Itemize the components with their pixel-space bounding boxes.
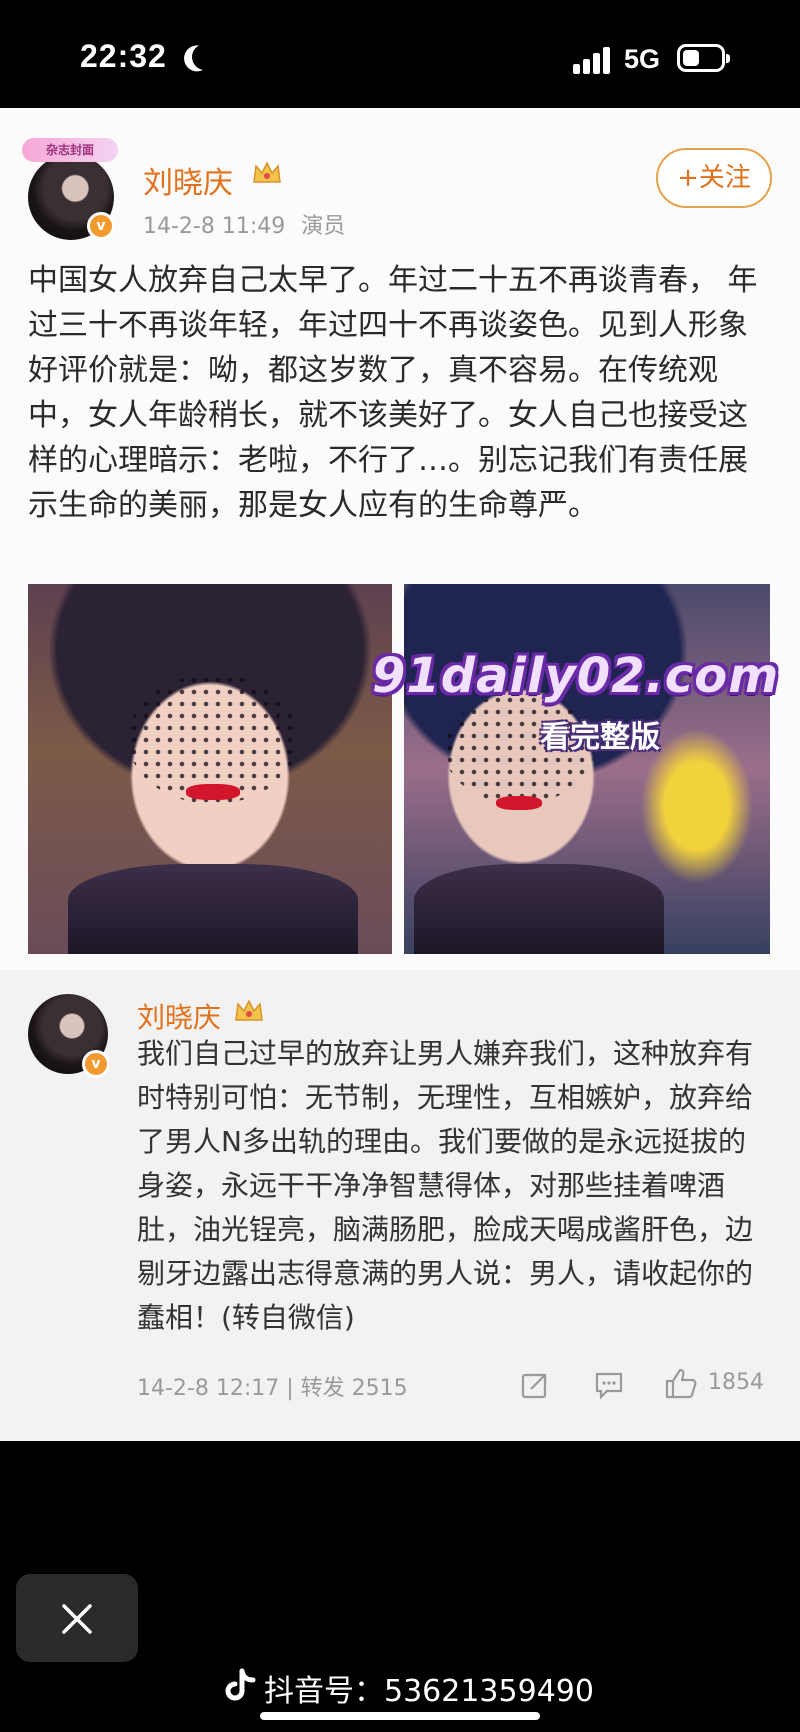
crown-icon <box>235 999 263 1021</box>
dress <box>68 864 358 954</box>
lips <box>186 784 240 800</box>
dress <box>414 864 664 954</box>
like-icon[interactable] <box>664 1366 698 1400</box>
post-photo-right[interactable] <box>404 584 770 954</box>
moon-icon <box>188 40 221 73</box>
close-button[interactable] <box>16 1574 138 1662</box>
post-meta: 14-2-8 11:49 演员 <box>143 208 345 240</box>
verified-icon: v <box>82 1050 110 1078</box>
post-photo-left[interactable] <box>28 584 392 954</box>
status-time: 22:32 <box>80 38 167 74</box>
repost-author[interactable]: 刘晓庆 <box>137 996 221 1036</box>
avatar-badge: 杂志封面 <box>22 138 118 162</box>
post-body: 中国女人放弃自己太早了。年过二十五不再谈青春， 年过三十不再谈年轻，年过四十不再… <box>28 263 758 523</box>
watermark-url: 91daily02.com <box>372 648 780 704</box>
signal-icon <box>573 46 613 74</box>
verified-icon: v <box>87 212 115 240</box>
network-label: 5G <box>624 44 661 74</box>
lips <box>496 796 542 810</box>
watermark-subtitle: 看完整版 <box>540 720 660 755</box>
repost-block: v 刘晓庆 我们自己过早的放弃让男人嫌弃我们，这种放弃有时特别可怕：无节制，无理… <box>0 970 800 1441</box>
like-count: 1854 <box>708 1370 764 1395</box>
repost-text: 我们自己过早的放弃让男人嫌弃我们，这种放弃有时特别可怕：无节制，无理性，互相嫉妒… <box>137 1037 754 1334</box>
comment-icon[interactable] <box>594 1370 624 1400</box>
battery-icon <box>677 44 730 72</box>
douyin-id: 抖音号：53621359490 <box>264 1674 594 1709</box>
share-icon[interactable] <box>520 1370 550 1400</box>
home-indicator[interactable] <box>260 1712 540 1720</box>
tiktok-icon <box>225 1668 256 1701</box>
repost-footer: 14-2-8 12:17 | 转发 2515 <box>137 1376 408 1401</box>
status-bar: 22:32 5G <box>0 0 800 108</box>
post-timestamp: 14-2-8 11:49 <box>143 214 286 239</box>
poster-name[interactable]: 刘晓庆 <box>143 158 233 202</box>
crown-icon <box>253 161 281 183</box>
close-icon <box>62 1604 92 1634</box>
author-label: 演员 <box>301 214 346 239</box>
weibo-post-card: 杂志封面 v 刘晓庆 14-2-8 11:49 演员 +关注 中国女人放弃自己太早… <box>0 108 800 1441</box>
follow-button[interactable]: +关注 <box>656 148 772 208</box>
